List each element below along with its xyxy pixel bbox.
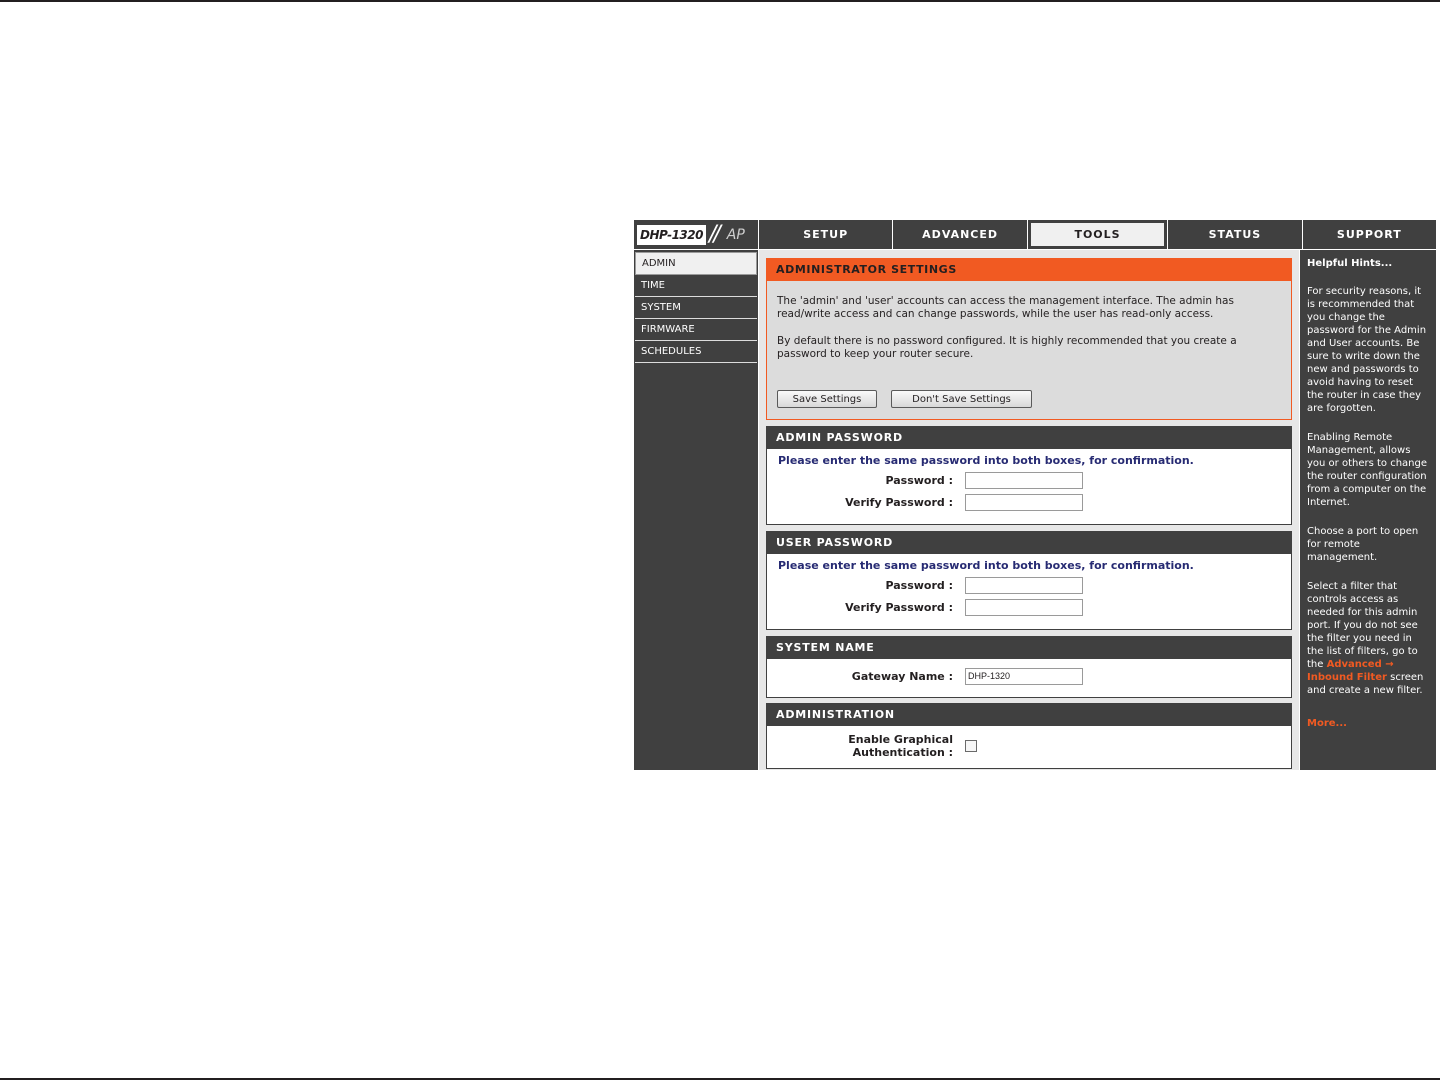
helpful-hints-panel: Helpful Hints... For security reasons, i… [1300,250,1436,770]
hint-filter: Select a filter that controls access as … [1307,580,1430,697]
password-label: Password : [885,578,953,592]
tab-support[interactable]: SUPPORT [1302,220,1437,249]
graphical-auth-label-line2: Authentication : [852,746,953,759]
gateway-name-label: Gateway Name : [851,669,953,683]
tab-status[interactable]: STATUS [1168,220,1302,249]
nav-item-time[interactable]: TIME [635,275,757,297]
tab-label: SETUP [803,228,849,241]
section-title: ADMINISTRATION [767,704,1291,726]
confirmation-hint: Please enter the same password into both… [778,454,1194,467]
graphical-auth-label: Enable Graphical Authentication : [767,733,965,759]
main-content: ADMINISTRATOR SETTINGS The 'admin' and '… [759,250,1299,770]
nav-item-schedules[interactable]: SCHEDULES [635,341,757,363]
nav-item-system[interactable]: SYSTEM [635,297,757,319]
tab-tools[interactable]: TOOLS [1027,220,1168,249]
admin-password-box: ADMIN PASSWORD Please enter the same pas… [766,426,1292,525]
hint-filter-text: Select a filter that controls access as … [1307,581,1418,670]
left-nav: ADMIN TIME SYSTEM FIRMWARE SCHEDULES [634,250,758,770]
admin-password-input[interactable] [965,471,1083,489]
hint-port: Choose a port to open for remote managem… [1307,526,1419,563]
bottom-rule [0,1078,1440,1080]
verify-password-label: Verify Password : [845,495,953,509]
hints-title: Helpful Hints... [1307,258,1393,269]
router-admin-page: DHP-1320 // AP SETUP ADVANCED TOOLS STAT… [634,220,1437,770]
graphical-auth-checkbox[interactable] [965,740,977,752]
save-settings-button[interactable]: Save Settings [777,390,877,408]
section-title: USER PASSWORD [767,532,1291,554]
nav-item-firmware[interactable]: FIRMWARE [635,319,757,341]
section-title: ADMINISTRATOR SETTINGS [767,259,1291,281]
hint-remote-management: Enabling Remote Management, allows you o… [1307,432,1428,508]
brand-model: DHP-1320 [637,224,706,245]
tab-label: SUPPORT [1336,228,1402,241]
hint-security: For security reasons, it is recommended … [1307,286,1427,414]
password-label: Password : [885,473,953,487]
tab-advanced[interactable]: ADVANCED [893,220,1027,249]
brand-slash: // [708,221,721,247]
section-title: ADMIN PASSWORD [767,427,1291,449]
top-tabs: SETUP ADVANCED TOOLS STATUS SUPPORT [759,220,1437,249]
gateway-name-input[interactable] [965,667,1083,685]
graphical-auth-label-line1: Enable Graphical [848,733,953,746]
confirmation-hint: Please enter the same password into both… [778,559,1194,572]
user-password-input[interactable] [965,576,1083,594]
user-password-box: USER PASSWORD Please enter the same pass… [766,531,1292,630]
admin-description: The 'admin' and 'user' accounts can acce… [777,295,1234,320]
section-title: SYSTEM NAME [767,637,1291,659]
dont-save-settings-button[interactable]: Don't Save Settings [891,390,1032,408]
tab-label: ADVANCED [922,228,999,241]
administrator-settings-box: ADMINISTRATOR SETTINGS The 'admin' and '… [766,258,1292,420]
system-name-box: SYSTEM NAME Gateway Name : [766,636,1292,698]
tab-label: STATUS [1208,228,1262,241]
brand-logo: DHP-1320 // AP [634,220,758,249]
top-rule [0,0,1440,2]
brand-suffix: AP [726,226,745,243]
more-link[interactable]: More... [1307,717,1430,730]
tab-label: TOOLS [1030,223,1165,246]
administration-box: ADMINISTRATION Enable Graphical Authenti… [766,703,1292,769]
nav-item-admin[interactable]: ADMIN [635,252,757,275]
tab-setup[interactable]: SETUP [759,220,893,249]
admin-verify-password-input[interactable] [965,493,1083,511]
verify-password-label: Verify Password : [845,600,953,614]
user-verify-password-input[interactable] [965,598,1083,616]
admin-recommendation: By default there is no password configur… [777,335,1237,360]
